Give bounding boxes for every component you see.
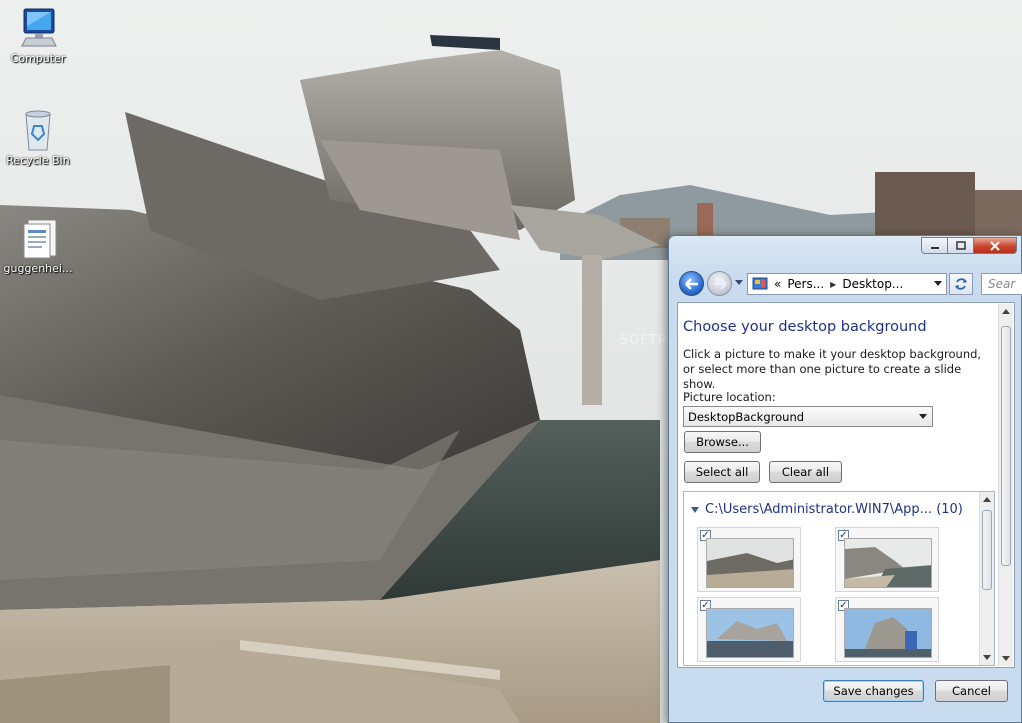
navigation-bar: « Pers... ▶ Desktop... Sear <box>677 270 1022 298</box>
scroll-up-icon[interactable] <box>983 497 991 502</box>
scroll-down-icon[interactable] <box>1002 656 1010 661</box>
wallpaper-thumbnail[interactable]: ✓ <box>697 527 801 592</box>
picture-group-path: C:\Users\Administrator.WIN7\App... <box>705 502 933 517</box>
maximize-button[interactable] <box>947 237 973 254</box>
desktop-icon-computer[interactable]: Computer <box>0 6 76 65</box>
picture-group-header[interactable]: C:\Users\Administrator.WIN7\App... (10) <box>691 502 963 517</box>
address-segment-desktop-background[interactable]: Desktop... <box>842 277 903 291</box>
minimize-icon <box>930 246 939 249</box>
close-icon <box>990 240 1000 251</box>
forward-button[interactable] <box>707 271 732 296</box>
wallpaper-thumbnail[interactable]: ✓ <box>835 597 939 662</box>
desktop-icon-label: guggenhei... <box>3 262 73 275</box>
scrollbar-thumb[interactable] <box>982 510 992 590</box>
page-description: Click a picture to make it your desktop … <box>683 347 982 391</box>
content-scrollbar[interactable] <box>998 304 1013 666</box>
recent-pages-dropdown[interactable] <box>735 280 743 285</box>
picture-location-select[interactable]: DesktopBackground <box>683 406 933 427</box>
control-panel-icon <box>752 277 768 290</box>
collapse-triangle-icon[interactable] <box>691 506 699 513</box>
wallpaper-thumbnail[interactable]: ✓ <box>697 597 801 662</box>
chevron-down-icon <box>919 414 927 419</box>
close-button[interactable] <box>973 237 1017 254</box>
thumbnail-image <box>706 538 794 588</box>
scroll-up-icon[interactable] <box>1002 309 1010 314</box>
browse-button[interactable]: Browse... <box>684 431 761 453</box>
wallpaper-thumbnail[interactable]: ✓ <box>835 527 939 592</box>
select-all-button[interactable]: Select all <box>684 461 760 483</box>
address-bar[interactable]: « Pers... ▶ Desktop... <box>747 273 947 295</box>
clear-all-button[interactable]: Clear all <box>769 461 842 483</box>
cancel-button[interactable]: Cancel <box>935 680 1008 702</box>
computer-icon <box>14 6 62 50</box>
picture-location-value: DesktopBackground <box>688 410 805 424</box>
address-overflow[interactable]: « <box>774 277 781 291</box>
back-button[interactable] <box>679 271 704 296</box>
scroll-down-icon[interactable] <box>983 655 991 660</box>
thumbnail-image <box>844 538 932 588</box>
refresh-button[interactable] <box>949 273 973 295</box>
desktop-icon-recycle-bin[interactable]: Recycle Bin <box>0 108 76 167</box>
minimize-button[interactable] <box>921 237 947 254</box>
address-segment-personalization[interactable]: Pers... <box>787 277 824 291</box>
desktop-icon-label: Recycle Bin <box>6 154 70 167</box>
thumbnail-image <box>706 608 794 658</box>
page-title: Choose your desktop background <box>683 319 927 335</box>
refresh-icon <box>955 278 967 290</box>
desktop-icon-label: Computer <box>10 52 66 65</box>
forward-arrow-icon <box>713 277 727 290</box>
picture-group-count: (10) <box>936 502 963 517</box>
content-pane: Choose your desktop background Click a p… <box>677 302 1015 668</box>
picture-list: C:\Users\Administrator.WIN7\App... (10) … <box>683 491 995 666</box>
picture-location-label: Picture location: <box>683 390 776 404</box>
back-arrow-icon <box>684 277 698 290</box>
address-dropdown-icon[interactable] <box>934 281 942 286</box>
scrollbar-thumb[interactable] <box>1001 326 1011 566</box>
recycle-bin-icon <box>14 108 62 152</box>
desktop-icon-guggenheim-file[interactable]: guggenhei... <box>0 216 76 275</box>
search-input[interactable]: Sear <box>981 273 1022 295</box>
thumbnail-image <box>844 608 932 658</box>
chevron-right-icon[interactable]: ▶ <box>830 280 836 289</box>
save-changes-button[interactable]: Save changes <box>823 680 924 702</box>
maximize-icon <box>955 241 966 250</box>
caption-buttons <box>921 237 1017 254</box>
picture-list-scrollbar[interactable] <box>979 492 994 665</box>
document-icon <box>14 216 62 260</box>
personalization-window: « Pers... ▶ Desktop... Sear Choose your … <box>668 235 1022 723</box>
